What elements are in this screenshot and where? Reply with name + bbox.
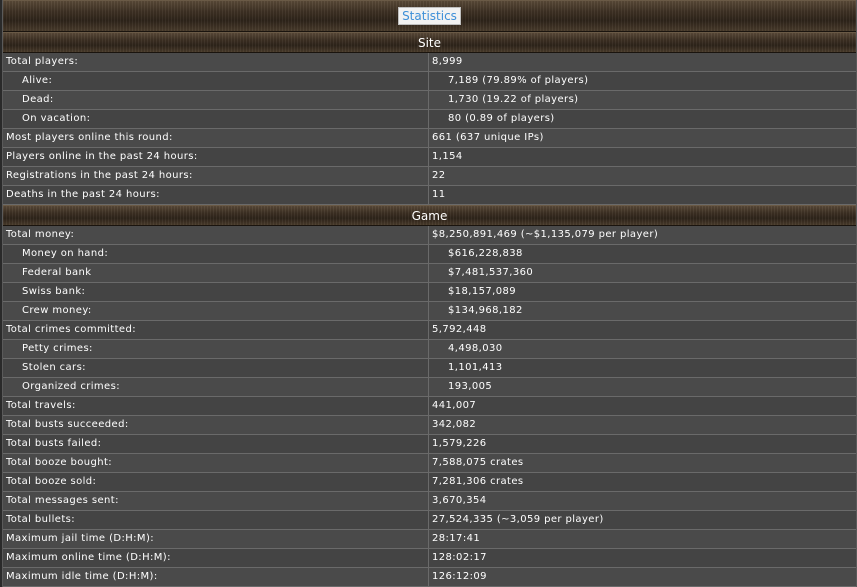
site-section-header: Site (3, 32, 856, 53)
stat-value: 193,005 (448, 381, 493, 392)
stat-label: Total booze bought: (3, 454, 429, 472)
stat-row-organized-crimes: Organized crimes: 193,005 (3, 378, 856, 397)
stat-row-federal-bank: Federal bank $7,481,537,360 (3, 264, 856, 283)
stat-label: Total busts failed: (3, 435, 429, 453)
stat-label: Maximum online time (D:H:M): (3, 549, 429, 567)
stat-label: Total booze sold: (3, 473, 429, 491)
stat-label: Organized crimes: (3, 378, 429, 396)
site-section-title: Site (417, 35, 442, 50)
stat-row-dead: Dead: 1,730 (19.22 of players) (3, 91, 856, 110)
stat-label: Crew money: (3, 302, 429, 320)
game-section-header: Game (3, 205, 856, 226)
stat-label: Federal bank (3, 264, 429, 282)
stat-value: $134,968,182 (448, 305, 523, 316)
stat-row-booze-bought: Total booze bought: 7,588,075 crates (3, 454, 856, 473)
stat-value: $616,228,838 (448, 248, 523, 259)
stat-value: 27,524,335 (~3,059 per player) (432, 514, 604, 525)
stat-value: 8,999 (432, 56, 463, 67)
stat-value: 1,730 (19.22 of players) (448, 94, 579, 105)
stat-label: Players online in the past 24 hours: (3, 148, 429, 166)
stat-row-max-jail-time: Maximum jail time (D:H:M): 28:17:41 (3, 530, 856, 549)
stat-value: 7,588,075 crates (432, 457, 524, 468)
stat-row-total-travels: Total travels: 441,007 (3, 397, 856, 416)
stat-value: 80 (0.89 of players) (448, 113, 555, 124)
stat-value: 1,101,413 (448, 362, 503, 373)
stat-row-swiss-bank: Swiss bank: $18,157,089 (3, 283, 856, 302)
stat-value: 4,498,030 (448, 343, 503, 354)
title-bar: Statistics (3, 0, 856, 32)
stat-row-total-money: Total money: $8,250,891,469 (~$1,135,079… (3, 226, 856, 245)
stat-label: Stolen cars: (3, 359, 429, 377)
stat-label: Total players: (3, 53, 429, 71)
stat-label: Alive: (3, 72, 429, 90)
stat-value: $18,157,089 (448, 286, 517, 297)
stat-row-stolen-cars: Stolen cars: 1,101,413 (3, 359, 856, 378)
statistics-title[interactable]: Statistics (398, 7, 461, 25)
stat-row-messages-sent: Total messages sent: 3,670,354 (3, 492, 856, 511)
stat-row-busts-failed: Total busts failed: 1,579,226 (3, 435, 856, 454)
stat-value: 128:02:17 (432, 552, 487, 563)
stat-label: Deaths in the past 24 hours: (3, 186, 429, 204)
stat-row-deaths-24h: Deaths in the past 24 hours: 11 (3, 186, 856, 205)
stat-label: On vacation: (3, 110, 429, 128)
stat-label: Total crimes committed: (3, 321, 429, 339)
stat-row-busts-succeeded: Total busts succeeded: 342,082 (3, 416, 856, 435)
stat-row-total-crimes: Total crimes committed: 5,792,448 (3, 321, 856, 340)
stat-row-alive: Alive: 7,189 (79.89% of players) (3, 72, 856, 91)
stat-value: 1,154 (432, 151, 463, 162)
stat-row-money-on-hand: Money on hand: $616,228,838 (3, 245, 856, 264)
stat-row-total-players: Total players: 8,999 (3, 53, 856, 72)
stat-row-registrations-24h: Registrations in the past 24 hours: 22 (3, 167, 856, 186)
stat-value: 28:17:41 (432, 533, 481, 544)
stat-value: 342,082 (432, 419, 477, 430)
stat-label: Money on hand: (3, 245, 429, 263)
stat-value: 7,281,306 crates (432, 476, 524, 487)
stat-value: 1,579,226 (432, 438, 487, 449)
stat-row-online-24h: Players online in the past 24 hours: 1,1… (3, 148, 856, 167)
game-section-title: Game (411, 208, 448, 223)
stat-label: Total bullets: (3, 511, 429, 529)
stat-value: 5,792,448 (432, 324, 487, 335)
stat-row-booze-sold: Total booze sold: 7,281,306 crates (3, 473, 856, 492)
stat-label: Maximum idle time (D:H:M): (3, 568, 429, 586)
stat-value: 22 (432, 170, 446, 181)
stat-label: Most players online this round: (3, 129, 429, 147)
stat-value: $7,481,537,360 (448, 267, 534, 278)
statistics-panel: Statistics Site Total players: 8,999 Ali… (2, 0, 857, 587)
stat-value: 441,007 (432, 400, 477, 411)
stat-row-on-vacation: On vacation: 80 (0.89 of players) (3, 110, 856, 129)
stat-row-max-idle-time: Maximum idle time (D:H:M): 126:12:09 (3, 568, 856, 587)
stat-label: Registrations in the past 24 hours: (3, 167, 429, 185)
stat-label: Total travels: (3, 397, 429, 415)
stat-label: Maximum jail time (D:H:M): (3, 530, 429, 548)
stat-row-total-bullets: Total bullets: 27,524,335 (~3,059 per pl… (3, 511, 856, 530)
stat-value: 126:12:09 (432, 571, 487, 582)
site-stats-table: Total players: 8,999 Alive: 7,189 (79.89… (3, 53, 856, 205)
stat-value: $8,250,891,469 (~$1,135,079 per player) (432, 229, 659, 240)
stat-label: Total messages sent: (3, 492, 429, 510)
stat-value: 3,670,354 (432, 495, 487, 506)
stat-row-crew-money: Crew money: $134,968,182 (3, 302, 856, 321)
stat-value: 7,189 (79.89% of players) (448, 75, 589, 86)
stat-row-max-online-time: Maximum online time (D:H:M): 128:02:17 (3, 549, 856, 568)
stat-value: 11 (432, 189, 446, 200)
stat-label: Petty crimes: (3, 340, 429, 358)
stat-label: Total money: (3, 226, 429, 244)
stat-label: Dead: (3, 91, 429, 109)
stat-label: Total busts succeeded: (3, 416, 429, 434)
game-stats-table: Total money: $8,250,891,469 (~$1,135,079… (3, 226, 856, 587)
stat-label: Swiss bank: (3, 283, 429, 301)
stat-row-petty-crimes: Petty crimes: 4,498,030 (3, 340, 856, 359)
stat-value: 661 (637 unique IPs) (432, 132, 544, 143)
stat-row-most-online: Most players online this round: 661 (637… (3, 129, 856, 148)
